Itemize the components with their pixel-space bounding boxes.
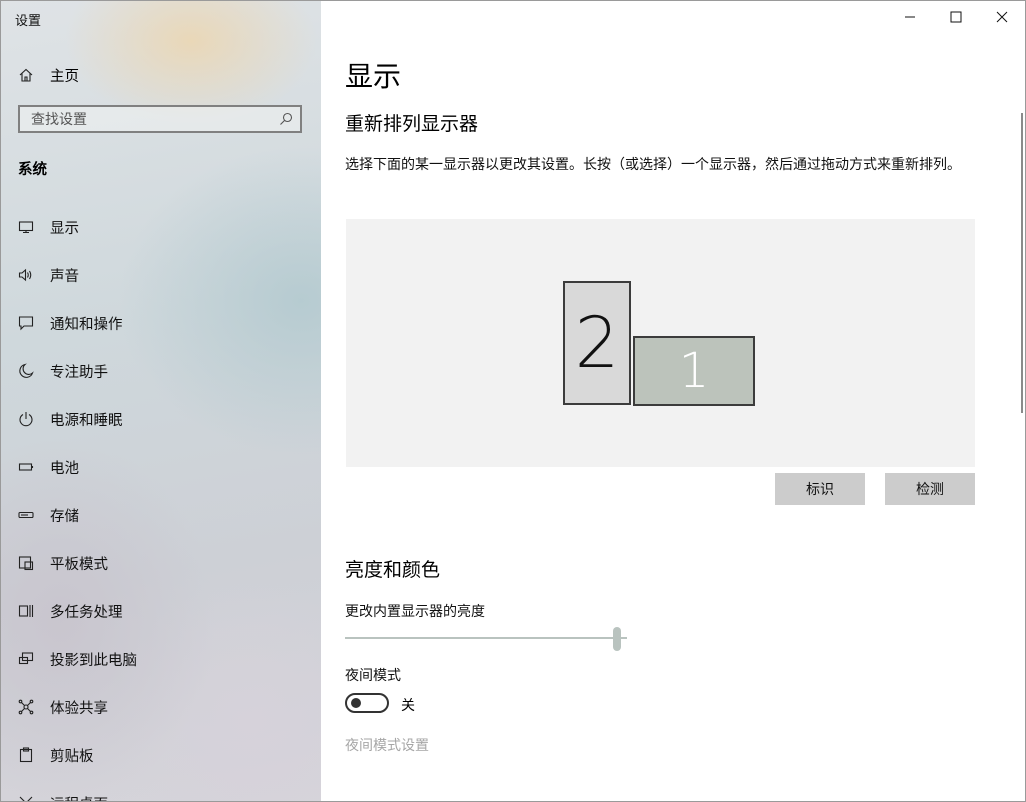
brightness-slider-label: 更改内置显示器的亮度 — [345, 604, 485, 620]
sidebar-item-display[interactable]: 显示 — [1, 203, 321, 251]
sidebar-item-label: 投影到此电脑 — [50, 652, 137, 669]
search-box[interactable] — [18, 105, 302, 133]
home-label: 主页 — [50, 68, 79, 85]
brightness-slider[interactable] — [345, 625, 627, 653]
nav-list: 显示 声音 通知和操作 专注助手 电源和睡眠 电池 存储 平板模式 多任务处理 … — [1, 203, 321, 801]
sidebar-item-clipboard[interactable]: 剪贴板 — [1, 731, 321, 779]
sidebar-item-label: 存储 — [50, 508, 79, 525]
settings-window: 设置 主页 系统 — [0, 0, 1026, 802]
sidebar-item-label: 多任务处理 — [50, 604, 123, 621]
clipboard-icon — [18, 747, 34, 763]
sidebar-item-storage[interactable]: 存储 — [1, 491, 321, 539]
sidebar-item-remote-desktop[interactable]: 远程桌面 — [1, 779, 321, 801]
monitor-number: 2 — [574, 302, 620, 384]
monitor-icon — [18, 219, 34, 235]
sidebar-item-shared-experiences[interactable]: 体验共享 — [1, 683, 321, 731]
minimize-button[interactable] — [887, 1, 933, 33]
shared-experiences-icon — [18, 699, 34, 715]
sidebar-item-label: 专注助手 — [50, 364, 108, 381]
moon-icon — [18, 363, 34, 379]
sidebar-item-label: 剪贴板 — [50, 748, 94, 765]
power-icon — [18, 411, 34, 427]
close-icon — [996, 11, 1008, 23]
monitor-1[interactable]: 1 — [633, 336, 755, 406]
sidebar-item-label: 电池 — [50, 460, 79, 477]
sidebar-item-label: 平板模式 — [50, 556, 108, 573]
sidebar: 设置 主页 系统 — [1, 1, 321, 801]
multitasking-icon — [18, 603, 34, 619]
sidebar-item-label: 通知和操作 — [50, 316, 123, 333]
scrollbar[interactable] — [1021, 113, 1023, 413]
maximize-button[interactable] — [933, 1, 979, 33]
night-light-label: 夜间模式 — [345, 668, 401, 684]
notification-icon — [18, 315, 34, 331]
search-input[interactable] — [29, 107, 273, 133]
detect-button[interactable]: 检测 — [885, 473, 975, 505]
search-icon[interactable] — [278, 111, 294, 127]
sidebar-item-power-sleep[interactable]: 电源和睡眠 — [1, 395, 321, 443]
speaker-icon — [18, 267, 34, 283]
sidebar-item-projecting[interactable]: 投影到此电脑 — [1, 635, 321, 683]
display-arrangement-area[interactable]: 2 1 — [346, 219, 975, 467]
home-icon — [18, 67, 34, 83]
night-light-settings-link: 夜间模式设置 — [345, 738, 429, 754]
identify-button[interactable]: 标识 — [775, 473, 865, 505]
monitor-number: 1 — [678, 343, 710, 399]
sidebar-item-label: 显示 — [50, 220, 79, 237]
brightness-heading: 亮度和颜色 — [345, 559, 441, 581]
sidebar-item-tablet-mode[interactable]: 平板模式 — [1, 539, 321, 587]
storage-icon — [18, 507, 34, 523]
close-button[interactable] — [979, 1, 1025, 33]
rearrange-description: 选择下面的某一显示器以更改其设置。长按（或选择）一个显示器，然后通过拖动方式来重… — [345, 157, 961, 173]
maximize-icon — [950, 11, 962, 23]
minimize-icon — [905, 16, 915, 18]
monitor-2[interactable]: 2 — [563, 281, 631, 405]
slider-fill — [345, 637, 617, 639]
night-light-toggle[interactable] — [345, 693, 389, 713]
app-title: 设置 — [15, 14, 42, 29]
projecting-icon — [18, 651, 34, 667]
sidebar-item-label: 电源和睡眠 — [50, 412, 123, 429]
main-content: 显示 重新排列显示器 选择下面的某一显示器以更改其设置。长按（或选择）一个显示器… — [321, 1, 1025, 801]
sidebar-item-battery[interactable]: 电池 — [1, 443, 321, 491]
night-light-state: 关 — [401, 698, 415, 714]
sidebar-item-multitasking[interactable]: 多任务处理 — [1, 587, 321, 635]
remote-desktop-icon — [18, 795, 34, 801]
section-title: 系统 — [18, 162, 47, 178]
sidebar-item-focus-assist[interactable]: 专注助手 — [1, 347, 321, 395]
toggle-knob — [351, 698, 361, 708]
slider-thumb[interactable] — [613, 627, 621, 651]
sidebar-item-sound[interactable]: 声音 — [1, 251, 321, 299]
sidebar-item-label: 体验共享 — [50, 700, 108, 717]
rearrange-heading: 重新排列显示器 — [345, 113, 479, 135]
page-title: 显示 — [345, 60, 402, 93]
sidebar-item-label: 声音 — [50, 268, 79, 285]
window-controls — [887, 1, 1025, 33]
sidebar-item-notifications[interactable]: 通知和操作 — [1, 299, 321, 347]
battery-icon — [18, 459, 34, 475]
sidebar-item-label: 远程桌面 — [50, 793, 108, 802]
tablet-mode-icon — [18, 555, 34, 571]
home-nav-item[interactable]: 主页 — [1, 59, 321, 91]
